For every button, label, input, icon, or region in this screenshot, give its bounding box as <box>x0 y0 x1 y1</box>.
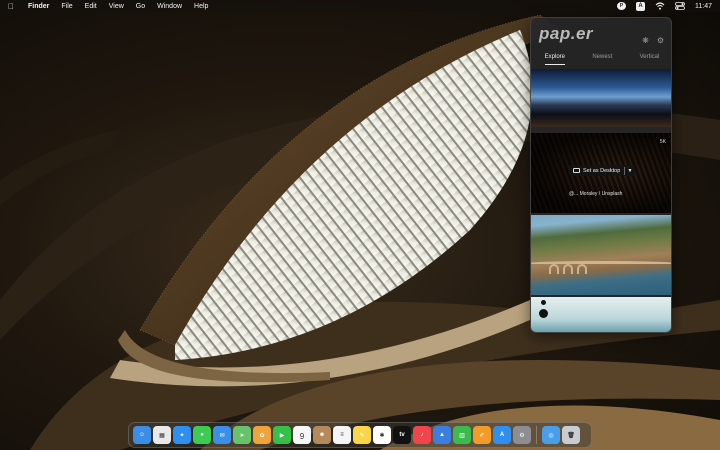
dock-app-screenshot-icon[interactable]: ◎ <box>542 426 560 444</box>
menu-help[interactable]: Help <box>194 3 208 10</box>
papr-panel: pap.er ❋ ⚙ Explore Newest Vertical 5K Se… <box>530 17 672 333</box>
dock-app-system-settings-icon[interactable]: ⚙ <box>513 426 531 444</box>
menu-app-name[interactable]: Finder <box>28 3 49 10</box>
wallpaper-thumb[interactable] <box>531 297 671 332</box>
dock-app-trash-icon[interactable]: 🗑 <box>562 426 580 444</box>
wifi-icon[interactable] <box>655 2 665 11</box>
photo-credit[interactable]: @... Moraley / Unsplash <box>569 191 622 197</box>
menu-bar:  Finder File Edit View Go Window Help P… <box>0 0 720 12</box>
set-as-desktop-label: Set as Desktop <box>583 167 621 174</box>
dock-app-pages-icon[interactable]: ✐ <box>473 426 491 444</box>
settings-icon[interactable]: ⚙ <box>656 36 665 45</box>
apple-menu-icon[interactable]:  <box>8 2 18 11</box>
dock-app-freeform-icon[interactable]: ✱ <box>373 426 391 444</box>
wallpaper-thumb[interactable] <box>531 69 671 127</box>
dock-app-keynote-icon[interactable]: ▲ <box>433 426 451 444</box>
wallpaper-thumb-hovered[interactable]: 5K Set as Desktop ▼ @... Moraley / Unspl… <box>531 133 671 213</box>
resolution-badge: 5K <box>659 139 666 145</box>
monitor-icon <box>573 168 580 173</box>
panel-header: pap.er ❋ ⚙ <box>531 18 671 50</box>
input-source-icon[interactable]: A <box>636 1 645 11</box>
menu-go[interactable]: Go <box>136 3 145 10</box>
dock-app-notes-icon[interactable]: ✎ <box>353 426 371 444</box>
menu-view[interactable]: View <box>109 3 124 10</box>
dock-app-numbers-icon[interactable]: ▥ <box>453 426 471 444</box>
dock-app-mail-icon[interactable]: ✉ <box>213 426 231 444</box>
dock-app-finder-icon[interactable]: ☺ <box>133 426 151 444</box>
dock-app-maps-icon[interactable]: ➤ <box>233 426 251 444</box>
dock-app-music-icon[interactable]: ♪ <box>413 426 431 444</box>
dock-app-reminders-icon[interactable]: ≡ <box>333 426 351 444</box>
wallpaper-thumb[interactable] <box>531 215 671 295</box>
loading-icon: ❋ <box>642 36 649 45</box>
tab-explore[interactable]: Explore <box>544 54 566 65</box>
dock-app-safari-icon[interactable]: ✦ <box>173 426 191 444</box>
dock-app-tv-icon[interactable]: tv <box>393 426 411 444</box>
papr-logo: pap.er <box>539 24 594 43</box>
dock-app-app-store-icon[interactable]: A <box>493 426 511 444</box>
menu-edit[interactable]: Edit <box>85 3 97 10</box>
menu-clock[interactable]: 11:47 <box>695 3 712 10</box>
tab-newest[interactable]: Newest <box>592 54 612 64</box>
dock: ☺ ▦ ✦ ● ✉ ➤ ✿ ▶ 9 ☻ ≡ ✎ ✱ tv ♪ ▲ ▥ ✐ A ⚙ ◎ 🗑 <box>128 422 592 448</box>
dock-app-contacts-icon[interactable]: ☻ <box>313 426 331 444</box>
control-center-icon[interactable] <box>675 2 685 11</box>
set-as-desktop-button[interactable]: Set as Desktop ▼ <box>569 165 635 176</box>
menu-window[interactable]: Window <box>157 3 182 10</box>
dock-app-facetime-icon[interactable]: ▶ <box>273 426 291 444</box>
dock-app-calendar-icon[interactable]: 9 <box>293 426 311 444</box>
chevron-down-icon[interactable]: ▼ <box>625 168 635 174</box>
tab-vertical[interactable]: Vertical <box>640 54 660 64</box>
dock-app-photos-icon[interactable]: ✿ <box>253 426 271 444</box>
dock-app-messages-icon[interactable]: ● <box>193 426 211 444</box>
papr-status-icon[interactable]: P <box>617 2 626 10</box>
dock-app-launchpad-icon[interactable]: ▦ <box>153 426 171 444</box>
dock-separator <box>536 426 537 444</box>
tab-bar: Explore Newest Vertical <box>531 54 671 65</box>
menu-file[interactable]: File <box>61 3 72 10</box>
